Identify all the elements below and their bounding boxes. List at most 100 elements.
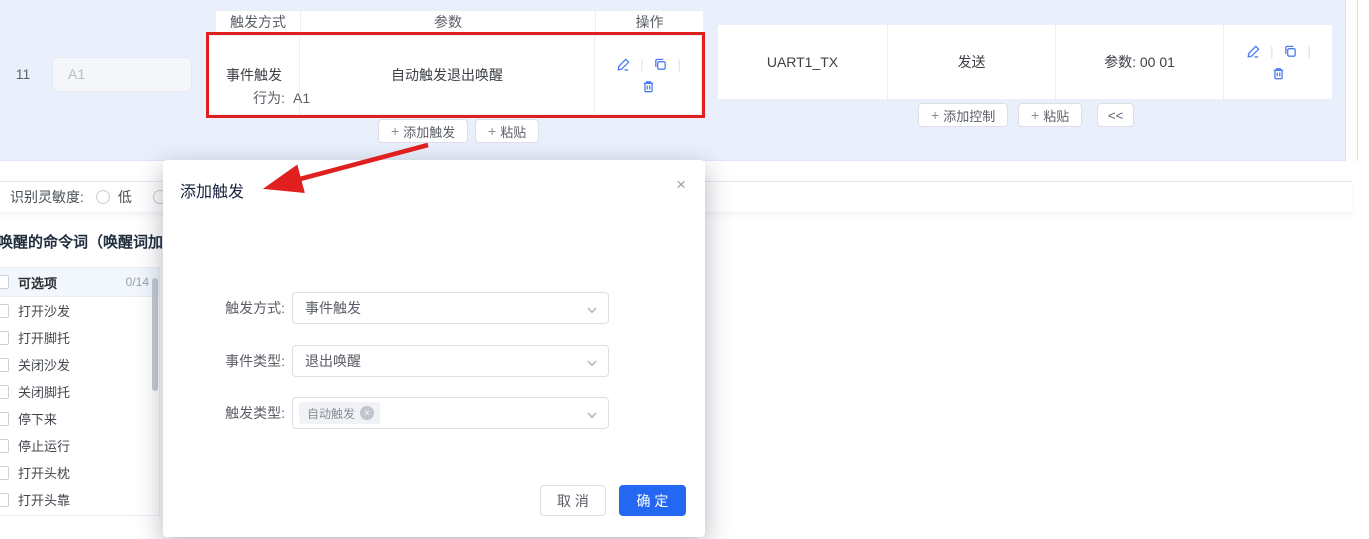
trigger-type-label: 触发类型: <box>225 405 285 421</box>
icon-separator: | <box>677 56 681 72</box>
option-checkbox[interactable] <box>0 411 9 426</box>
delete-icon[interactable] <box>640 78 656 94</box>
option-checkbox[interactable] <box>0 384 9 399</box>
options-panel-title: 可选项 <box>18 275 58 291</box>
options-selected-count: 0/14 <box>125 275 149 289</box>
delete-icon[interactable] <box>1270 65 1286 81</box>
option-label: 打开沙发 <box>18 304 71 319</box>
control-table-row: UART1_TX 发送 参数: 00 01 | | <box>718 25 1332 99</box>
trigger-type-tag-label: 自动触发 <box>307 406 356 421</box>
icon-separator: | <box>1270 43 1274 59</box>
paste-trigger-button[interactable]: + 粘贴 <box>475 119 540 143</box>
trigger-ops-cell: | | <box>595 36 701 114</box>
paste-control-button[interactable]: + 粘贴 <box>1018 103 1083 127</box>
trigger-table-header-param: 参数 <box>301 11 596 33</box>
option-label: 关闭脚托 <box>18 385 71 400</box>
chevron-down-icon <box>586 408 598 424</box>
option-checkbox[interactable] <box>0 492 9 507</box>
option-label: 关闭沙发 <box>18 358 71 373</box>
vertical-scrollbar[interactable] <box>1345 0 1358 161</box>
list-scrollbar-thumb[interactable] <box>152 278 158 391</box>
sensitivity-option-low[interactable]: 低 <box>95 187 132 207</box>
trigger-param-cell: 自动触发退出唤醒 <box>300 36 595 114</box>
add-trigger-button[interactable]: + 添加触发 <box>378 119 469 143</box>
options-panel-header: 可选项 0/14 <box>0 268 159 297</box>
plus-icon: + <box>391 123 400 139</box>
behavior-row: 行为: A1 <box>163 88 310 108</box>
option-label: 停止运行 <box>18 439 71 454</box>
behavior-label: 行为: <box>253 90 285 106</box>
event-type-select[interactable]: 退出唤醒 <box>292 345 609 377</box>
list-item[interactable]: 打开沙发 <box>0 297 159 324</box>
behavior-value: A1 <box>293 90 311 106</box>
add-trigger-modal: 添加触发 × 行为: A1 触发方式: 事件触发 事件类型: 退出唤醒 触发类型… <box>163 90 705 537</box>
options-panel: 可选项 0/14 打开沙发 打开脚托 关闭沙发 关闭脚托 停下来 停止运行 打开… <box>0 267 160 516</box>
trigger-type-select[interactable]: 自动触发 × <box>292 397 609 429</box>
row-index: 11 <box>15 66 31 82</box>
option-checkbox[interactable] <box>0 303 9 318</box>
edit-icon[interactable] <box>1245 43 1261 59</box>
option-checkbox[interactable] <box>0 438 9 453</box>
app-window: 11 A1 触发方式 参数 操作 事件触发 自动触发退出唤醒 | | + 添加触… <box>0 0 1369 539</box>
event-type-value: 退出唤醒 <box>305 353 361 369</box>
option-label: 打开头靠 <box>18 493 71 508</box>
add-trigger-button-label: 添加触发 <box>403 124 456 140</box>
behavior-name-input[interactable]: A1 <box>52 57 192 92</box>
trigger-method-label: 触发方式: <box>225 300 285 316</box>
trigger-table-header: 触发方式 参数 操作 <box>215 10 704 34</box>
copy-icon[interactable] <box>653 56 669 72</box>
close-icon[interactable]: × <box>676 176 686 193</box>
cancel-button[interactable]: 取 消 <box>540 485 606 516</box>
option-label: 停下来 <box>18 412 58 427</box>
list-item[interactable]: 停下来 <box>0 405 159 432</box>
add-control-button-label: 添加控制 <box>943 108 996 124</box>
trigger-table-header-ops: 操作 <box>635 14 664 30</box>
radio-icon[interactable] <box>95 190 110 204</box>
control-param-cell: 参数: 00 01 <box>1056 25 1224 99</box>
control-action-cell: 发送 <box>888 25 1056 99</box>
trigger-method-row: 触发方式: 事件触发 <box>163 292 609 324</box>
option-label: 打开头枕 <box>18 466 71 481</box>
trigger-method-value: 事件触发 <box>305 300 361 316</box>
option-checkbox[interactable] <box>0 357 9 372</box>
list-item[interactable]: 打开脚托 <box>0 324 159 351</box>
modal-footer: 取 消 确 定 <box>540 485 686 516</box>
tag-remove-icon[interactable]: × <box>360 406 375 420</box>
control-channel-cell: UART1_TX <box>718 25 888 99</box>
trigger-type-row: 触发类型: 自动触发 × <box>163 397 609 429</box>
trigger-method-select[interactable]: 事件触发 <box>292 292 609 324</box>
chevron-down-icon <box>586 303 598 319</box>
select-all-checkbox[interactable] <box>0 275 9 289</box>
paste-control-button-label: 粘贴 <box>1043 108 1070 124</box>
edit-icon[interactable] <box>615 56 631 72</box>
sensitivity-option-low-label: 低 <box>117 189 132 205</box>
chevron-down-icon <box>586 356 598 372</box>
option-label: 打开脚托 <box>18 331 71 346</box>
plus-icon: + <box>1031 107 1040 123</box>
copy-icon[interactable] <box>1283 43 1299 59</box>
collapse-button-label: << <box>1108 107 1124 123</box>
trigger-table-header-method: 触发方式 <box>216 11 301 33</box>
list-item[interactable]: 停止运行 <box>0 432 159 459</box>
add-control-button[interactable]: + 添加控制 <box>918 103 1009 127</box>
icon-separator: | <box>1307 43 1311 59</box>
list-item[interactable]: 打开头靠 <box>0 486 159 513</box>
event-type-row: 事件类型: 退出唤醒 <box>163 345 609 377</box>
modal-title: 添加触发 <box>180 184 245 201</box>
event-type-label: 事件类型: <box>225 353 285 369</box>
collapse-button[interactable]: << <box>1097 103 1135 127</box>
confirm-button[interactable]: 确 定 <box>619 485 686 516</box>
plus-icon: + <box>931 107 940 123</box>
option-checkbox[interactable] <box>0 330 9 345</box>
option-checkbox[interactable] <box>0 465 9 480</box>
list-item[interactable]: 关闭脚托 <box>0 378 159 405</box>
control-ops-cell: | | <box>1224 25 1332 99</box>
sensitivity-label: 识别灵敏度: <box>10 189 84 205</box>
icon-separator: | <box>640 56 644 72</box>
paste-trigger-button-label: 粘贴 <box>500 124 527 140</box>
trigger-type-tag: 自动触发 × <box>299 402 381 424</box>
list-item[interactable]: 打开头枕 <box>0 459 159 486</box>
list-item[interactable]: 关闭沙发 <box>0 351 159 378</box>
options-list: 打开沙发 打开脚托 关闭沙发 关闭脚托 停下来 停止运行 打开头枕 打开头靠 <box>0 297 159 513</box>
plus-icon: + <box>488 123 497 139</box>
